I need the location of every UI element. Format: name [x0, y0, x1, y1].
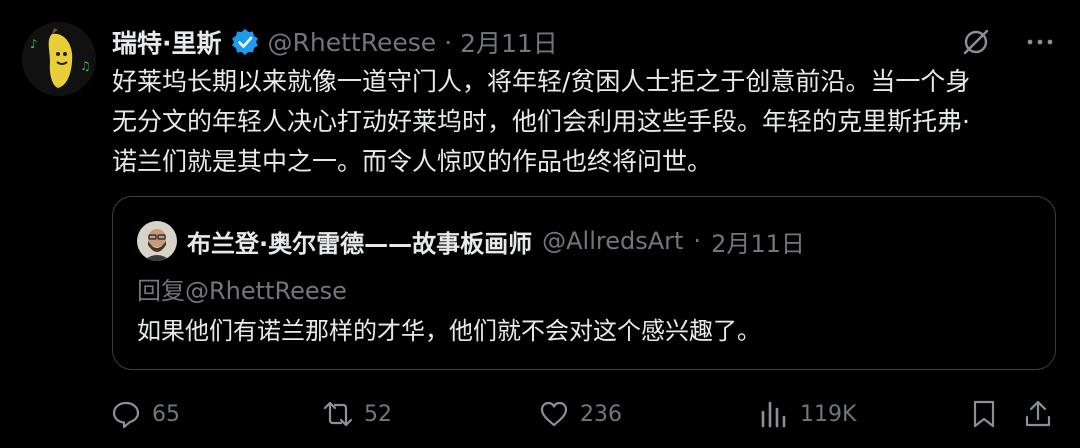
like-icon	[540, 401, 568, 427]
views-icon	[761, 401, 786, 428]
grok-icon[interactable]	[958, 24, 994, 60]
svg-text:♪: ♪	[30, 37, 38, 51]
tweet-text-line: 无分文的年轻人决心打动好莱坞时，他们会利用这些手段。年轻的克里斯托弗·	[112, 107, 970, 136]
like-count: 236	[580, 401, 622, 427]
retweet-button[interactable]: 52	[322, 394, 392, 434]
tweet-text-line: 诺兰们就是其中之一。而令人惊叹的作品也终将问世。	[112, 147, 713, 176]
quoted-tweet-header: 布兰登·奥尔雷德——故事板画师 @AllredsArt · 2月11日	[137, 221, 805, 261]
quoted-tweet-date[interactable]: 2月11日	[711, 224, 805, 259]
quoted-author-handle[interactable]: @AllredsArt	[542, 227, 683, 255]
tweet-text: 好莱坞长期以来就像一道守门人，将年轻/贫困人士拒之于创意前沿。当一个身 无分文的…	[112, 62, 1062, 182]
svg-text:♫: ♫	[80, 59, 91, 73]
tweet-top-actions	[958, 24, 1058, 60]
more-icon[interactable]	[1022, 24, 1058, 60]
tweet-date[interactable]: 2月11日	[460, 24, 558, 60]
header-separator: ·	[444, 27, 453, 57]
quoted-author-avatar[interactable]	[137, 221, 177, 261]
reply-icon	[112, 401, 140, 429]
quoted-tweet-text: 如果他们有诺兰那样的才华，他们就不会对这个感兴趣了。	[137, 317, 761, 345]
quoted-header-separator: ·	[693, 227, 702, 255]
author-avatar[interactable]: ♪ ♫	[22, 22, 96, 96]
reply-button[interactable]: 65	[110, 394, 180, 434]
retweet-icon	[323, 401, 353, 427]
author-handle[interactable]: @RhettReese	[268, 28, 437, 57]
bookmark-button[interactable]	[968, 394, 1000, 434]
retweet-count: 52	[364, 401, 392, 427]
quoted-author-name[interactable]: 布兰登·奥尔雷德——故事板画师	[187, 224, 532, 259]
tweet-text-line: 好莱坞长期以来就像一道守门人，将年轻/贫困人士拒之于创意前沿。当一个身	[112, 67, 971, 96]
share-button[interactable]	[1022, 394, 1054, 434]
share-icon	[1025, 400, 1051, 427]
like-button[interactable]: 236	[538, 394, 622, 434]
tweet-actions-bar: 65 52 236 119K	[110, 394, 1060, 434]
quoted-tweet[interactable]: 布兰登·奥尔雷德——故事板画师 @AllredsArt · 2月11日 回复@R…	[112, 196, 1056, 370]
tweet-header: 瑞特·里斯 @RhettReese · 2月11日	[112, 24, 558, 60]
views-button[interactable]: 119K	[758, 394, 856, 434]
author-name[interactable]: 瑞特·里斯	[112, 24, 222, 60]
verified-badge-icon	[230, 27, 260, 57]
views-count: 119K	[800, 401, 857, 427]
quoted-reply-to[interactable]: 回复@RhettReese	[137, 271, 347, 306]
bookmark-icon	[973, 400, 995, 428]
reply-count: 65	[152, 401, 180, 427]
